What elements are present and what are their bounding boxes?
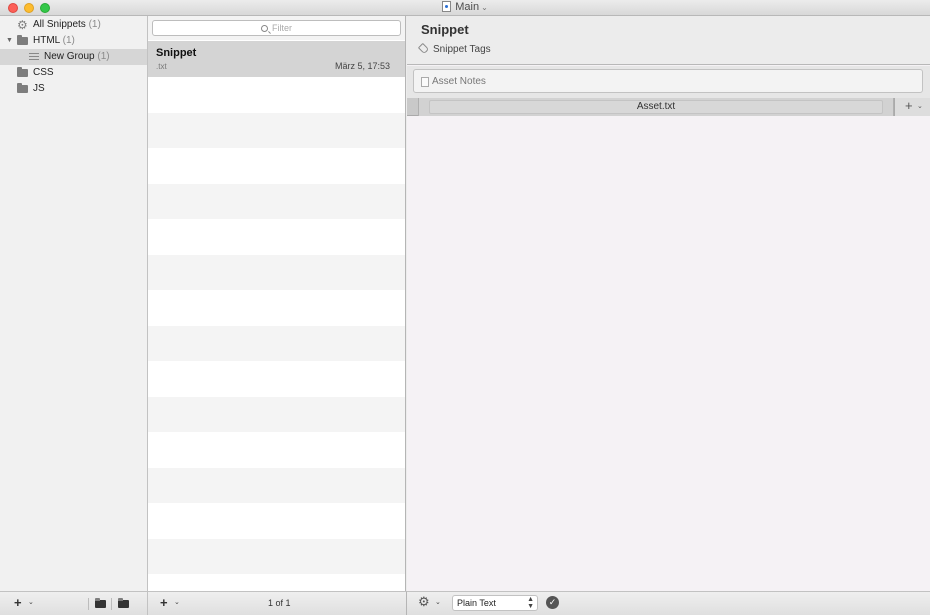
list-stripe (148, 219, 405, 255)
new-folder-icon[interactable] (95, 598, 106, 608)
list-stripe (148, 290, 405, 326)
detail-header: Snippet Snippet Tags (407, 16, 930, 65)
chevron-down-icon[interactable]: ⌄ (174, 598, 180, 606)
tab-asset-txt[interactable]: Asset.txt (418, 98, 894, 116)
toolbar-divider (111, 598, 112, 610)
sidebar-item-text: CSS (33, 67, 54, 78)
list-stripe (148, 148, 405, 184)
chevron-down-icon: ⌄ (917, 103, 923, 110)
list-stripe (148, 361, 405, 397)
folder-icon (17, 67, 28, 77)
list-stripe (148, 539, 405, 575)
chevron-down-icon[interactable]: ⌄ (435, 598, 441, 606)
list-icon (29, 53, 39, 61)
list-stripe (148, 468, 405, 504)
search-icon (261, 25, 268, 32)
snippet-tags-field[interactable]: Snippet Tags (433, 44, 491, 55)
list-stripe (148, 326, 405, 362)
tab-label: Asset.txt (636, 101, 676, 112)
list-stripe (148, 113, 405, 149)
snippet-title: Snippet (156, 47, 197, 59)
sidebar-toolbar: + ⌄ (0, 591, 148, 615)
plus-icon: + (905, 98, 913, 113)
list-stripe (148, 432, 405, 468)
asset-notes-field[interactable]: Asset Notes (413, 69, 923, 93)
chevron-down-icon: ⌄ (481, 3, 488, 12)
document-icon (442, 1, 452, 12)
toolbar-divider (88, 598, 89, 610)
sidebar: ⚙ All Snippets (1) ▼ HTML (1) New Group … (0, 16, 148, 591)
sidebar-item-count: (1) (97, 51, 110, 62)
sidebar-item-new-group[interactable]: New Group (1) (0, 49, 147, 65)
add-group-button[interactable]: + (14, 596, 22, 610)
sidebar-item-js[interactable]: JS (0, 81, 147, 97)
list-stripe (148, 397, 405, 433)
checkmark-icon[interactable]: ✓ (546, 596, 559, 609)
snippet-title-field[interactable]: Snippet (421, 22, 469, 37)
asset-notes-placeholder: Asset Notes (432, 76, 486, 87)
list-stripe (148, 574, 405, 591)
syntax-mode-select[interactable]: Plain Text ▲ ▼ (452, 595, 538, 611)
add-snippet-button[interactable]: + (160, 596, 168, 610)
sidebar-item-label: New Group (1) (44, 49, 110, 65)
folder-icon (17, 35, 28, 45)
filter-input[interactable]: Filter (152, 20, 401, 36)
filter-bar: Filter (148, 16, 405, 40)
sidebar-item-text: JS (33, 83, 45, 94)
sidebar-item-label: All Snippets (1) (33, 17, 101, 33)
updown-arrows-icon: ▲ ▼ (527, 596, 534, 610)
chevron-down-icon[interactable]: ⌄ (28, 598, 34, 606)
filter-placeholder: Filter (272, 23, 292, 33)
sidebar-item-count: (1) (62, 35, 75, 46)
disclosure-triangle-icon[interactable]: ▼ (6, 33, 13, 49)
snippet-detail-pane: Snippet Snippet Tags Asset Notes Asset.t… (407, 16, 930, 591)
snippet-extension: .txt (156, 62, 167, 71)
sidebar-item-all-snippets[interactable]: ⚙ All Snippets (1) (0, 17, 147, 33)
tag-icon (417, 42, 430, 55)
sidebar-item-css[interactable]: CSS (0, 65, 147, 81)
sidebar-item-text: New Group (44, 51, 95, 62)
sidebar-item-text: HTML (33, 35, 60, 46)
list-stripe (148, 503, 405, 539)
window-title-text: Main (455, 1, 480, 13)
snippet-list-pane: Filter Snippet .txt März 5, 17:53 (148, 16, 406, 591)
window-title[interactable]: Main ⌄ (0, 1, 930, 13)
gear-icon[interactable]: ⚙ (418, 595, 430, 609)
sidebar-item-html[interactable]: ▼ HTML (1) (0, 33, 147, 49)
snippet-date: März 5, 17:53 (334, 61, 390, 71)
code-editor[interactable] (407, 117, 930, 591)
list-stripe (148, 77, 405, 113)
notes-area: Asset Notes (407, 66, 930, 98)
pager-label: 1 of 1 (268, 598, 291, 608)
syntax-mode-value: Plain Text (457, 598, 496, 608)
folder-icon (17, 83, 28, 93)
add-asset-button[interactable]: + ⌄ (894, 98, 930, 116)
list-stripe (148, 184, 405, 220)
asset-tab-bar: Asset.txt + ⌄ (407, 98, 930, 116)
smart-group-icon[interactable] (118, 598, 129, 608)
list-item[interactable]: Snippet .txt März 5, 17:53 (148, 41, 405, 77)
gear-icon: ⚙ (17, 18, 28, 32)
list-stripe (148, 255, 405, 291)
sidebar-item-count: (1) (88, 19, 101, 30)
title-bar: Main ⌄ (0, 0, 930, 16)
sidebar-item-text: All Snippets (33, 19, 86, 30)
sidebar-item-label: HTML (1) (33, 33, 75, 49)
note-icon (421, 77, 429, 87)
